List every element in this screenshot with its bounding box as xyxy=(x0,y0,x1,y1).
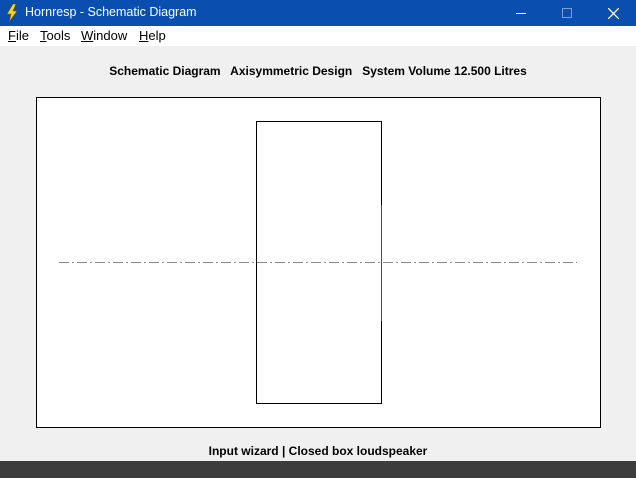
close-icon xyxy=(607,7,619,19)
menu-file[interactable]: File xyxy=(8,28,29,43)
schematic-diagram xyxy=(59,121,577,404)
heading-volume-label: System Volume 12.500 Litres xyxy=(362,64,527,78)
menu-tools[interactable]: Tools xyxy=(40,28,70,43)
diagram-heading: Schematic Diagram Axisymmetric Design Sy… xyxy=(0,64,636,78)
maximize-button[interactable] xyxy=(544,0,590,26)
menu-bar: File Tools Window Help xyxy=(0,26,636,46)
lightning-bolt-icon xyxy=(5,3,19,23)
menu-window[interactable]: Window xyxy=(81,28,127,43)
menu-help[interactable]: Help xyxy=(139,28,166,43)
minimize-button[interactable] xyxy=(498,0,544,26)
taskbar-strip xyxy=(0,461,636,478)
close-button[interactable] xyxy=(590,0,636,26)
heading-diagram-label: Schematic Diagram xyxy=(109,64,221,78)
minimize-icon xyxy=(516,13,526,14)
title-bar: Hornresp - Schematic Diagram xyxy=(0,0,636,26)
status-text: Input wizard | Closed box loudspeaker xyxy=(208,444,428,458)
window-title: Hornresp - Schematic Diagram xyxy=(25,5,197,19)
maximize-icon xyxy=(562,8,572,18)
schematic-canvas xyxy=(36,97,601,428)
heading-design-label: Axisymmetric Design xyxy=(230,64,353,78)
